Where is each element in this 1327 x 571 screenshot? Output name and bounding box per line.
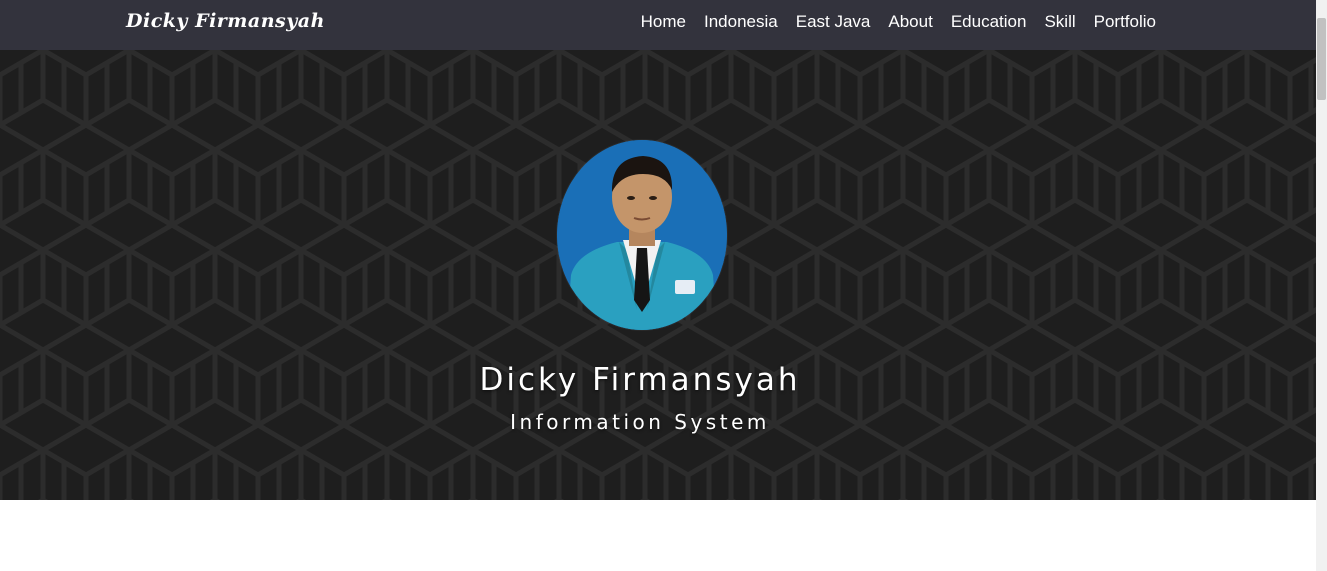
nav-link-home[interactable]: Home xyxy=(641,12,686,31)
nav-link-skill[interactable]: Skill xyxy=(1044,12,1075,31)
nav-item-indonesia: Indonesia xyxy=(704,12,778,32)
nav-item-home: Home xyxy=(641,12,686,32)
nav-item-education: Education xyxy=(951,12,1027,32)
profile-photo-icon xyxy=(557,140,727,330)
nav-link-indonesia[interactable]: Indonesia xyxy=(704,12,778,31)
nav-link-education[interactable]: Education xyxy=(951,12,1027,31)
nav-item-skill: Skill xyxy=(1044,12,1075,32)
nav-link-east-java[interactable]: East Java xyxy=(796,12,871,31)
nav-item-portfolio: Portfolio xyxy=(1094,12,1156,32)
hero-section: Dicky Firmansyah Information System xyxy=(0,50,1316,500)
nav-item-about: About xyxy=(888,12,932,32)
hero-name: Dicky Firmansyah xyxy=(479,362,801,398)
content-area xyxy=(0,500,1316,571)
nav-item-east-java: East Java xyxy=(796,12,871,32)
hero-subtitle: Information System xyxy=(510,410,770,434)
nav-link-portfolio[interactable]: Portfolio xyxy=(1094,12,1156,31)
nav-menu: Home Indonesia East Java About Education… xyxy=(641,12,1156,32)
page-scrollbar[interactable] xyxy=(1316,0,1327,571)
page: Dicky Firmansyah Home Indonesia East Jav… xyxy=(0,0,1316,571)
brand-logo[interactable]: Dicky Firmansyah xyxy=(126,10,325,32)
nav-link-about[interactable]: About xyxy=(888,12,932,31)
profile-photo xyxy=(557,140,727,330)
scrollbar-thumb[interactable] xyxy=(1317,18,1326,100)
navbar: Dicky Firmansyah Home Indonesia East Jav… xyxy=(0,0,1316,50)
